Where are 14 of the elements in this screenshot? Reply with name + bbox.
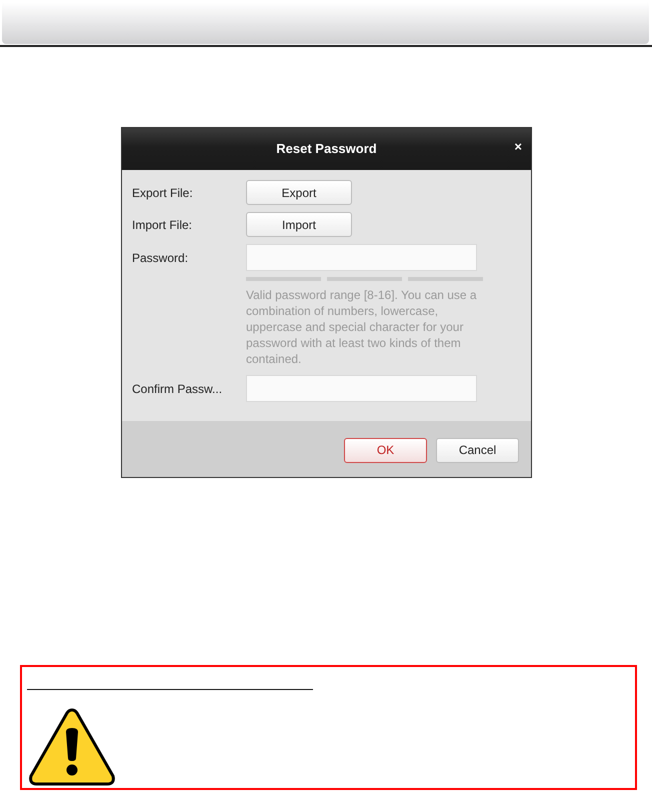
- field-label: Import File:: [132, 216, 194, 234]
- dialog-title: Reset Password: [276, 140, 377, 158]
- field-label: Password:: [132, 250, 190, 266]
- file-button[interactable]: Export: [246, 180, 352, 205]
- ok-button[interactable]: OK: [344, 438, 427, 462]
- file-button[interactable]: Import: [246, 212, 352, 237]
- field-label: Export File:: [132, 184, 194, 202]
- password-hint: Valid password range [8-16]. You can use a combination of numbers, lowercase, uppercase and special character for your password with at least two kinds of them contained.: [246, 287, 478, 367]
- warning-icon: [29, 708, 115, 786]
- confirm-password-field[interactable]: [246, 375, 477, 402]
- cancel-button[interactable]: Cancel: [436, 438, 519, 462]
- password-field[interactable]: [246, 244, 477, 271]
- close-button[interactable]: ×: [514, 140, 522, 153]
- field-label: Confirm Passw...: [132, 380, 224, 398]
